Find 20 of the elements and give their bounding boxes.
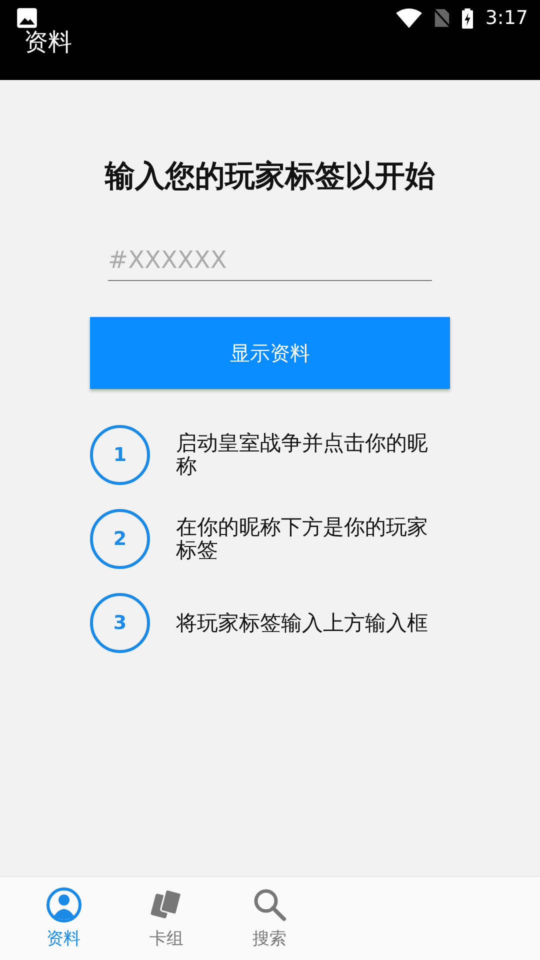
status-time: 3:17 [485, 7, 528, 29]
step-number: 1 [90, 425, 150, 485]
search-icon [252, 887, 288, 923]
image-icon [16, 7, 38, 29]
step-number: 2 [90, 509, 150, 569]
battery-icon [462, 8, 474, 28]
person-icon [46, 887, 82, 923]
tag-input-field[interactable]: #XXXXXX [108, 240, 432, 281]
step-text: 启动皇室战争并点击你的昵称 [176, 432, 429, 478]
wifi-icon [396, 8, 422, 28]
step-text: 将玩家标签输入上方输入框 [176, 612, 429, 634]
nav-tab[interactable]: 资料 [12, 877, 115, 960]
show-profile-button[interactable]: 显示资料 [90, 317, 450, 389]
app-bar-title: 资料 [24, 27, 72, 58]
no-sim-icon [434, 8, 450, 28]
step-number: 3 [90, 593, 150, 653]
heading: 输入您的玩家标签以开始 [104, 160, 436, 194]
nav-tab[interactable]: 卡组 [115, 877, 218, 960]
step-text: 在你的昵称下方是你的玩家标签 [176, 516, 429, 562]
nav-tab[interactable]: 搜索 [218, 877, 321, 960]
